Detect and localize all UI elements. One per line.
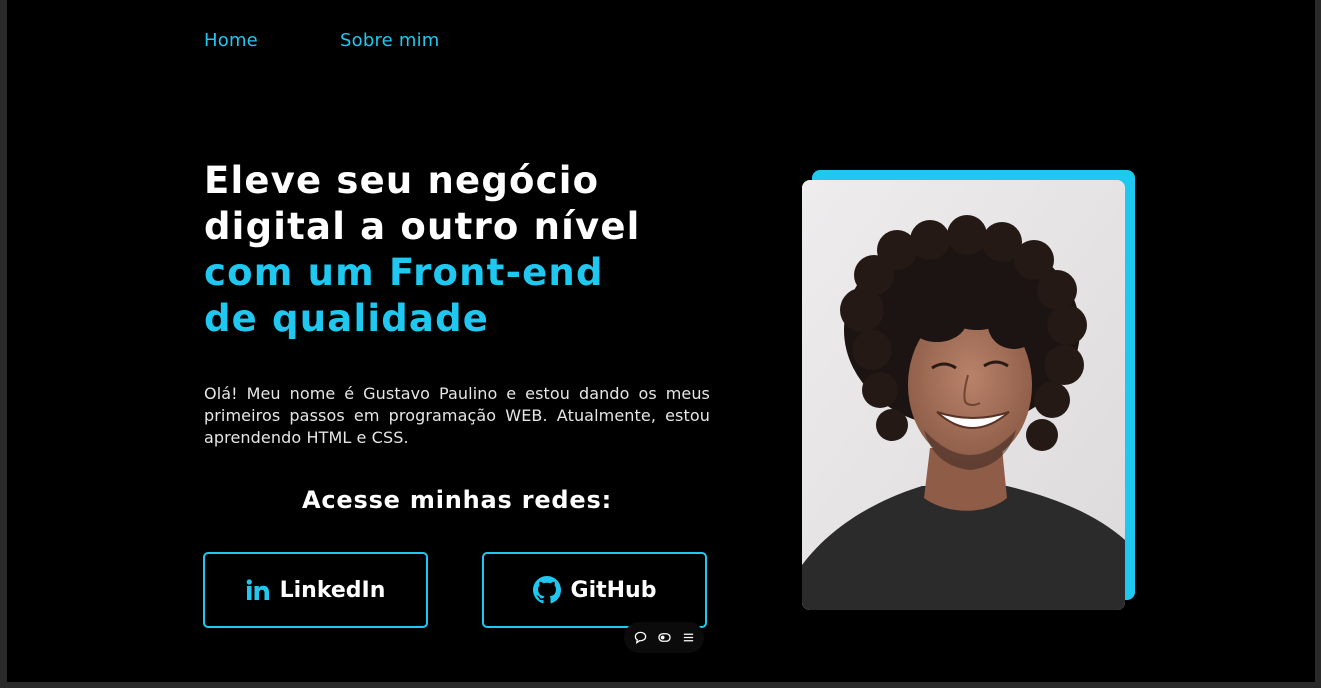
headline-line: Eleve seu negócio [204,159,600,202]
profile-photo [802,180,1125,610]
linkedin-label: LinkedIn [279,577,386,603]
github-label: GitHub [570,577,657,603]
nav-about-link[interactable]: Sobre mim [340,30,440,51]
intro-paragraph: Olá! Meu nome é Gustavo Paulino e estou … [204,384,710,447]
floating-toolbar [624,622,704,653]
headline-line: digital a outro nível [204,205,641,248]
github-button[interactable]: GitHub [482,552,707,628]
hero-headline: Eleve seu negócio digital a outro nível … [204,158,764,342]
linkedin-icon [246,579,270,601]
headline-accent-line: com um Front-end [204,251,604,294]
page-frame: Home Sobre mim Eleve seu negócio digital… [7,0,1315,682]
networks-title: Acesse minhas redes: [302,486,612,514]
comment-icon[interactable] [633,631,647,645]
menu-icon[interactable] [681,631,695,645]
headline-accent-line: de qualidade [204,297,490,340]
linkedin-button[interactable]: LinkedIn [203,552,428,628]
toggle-icon[interactable] [657,631,671,645]
nav-home-link[interactable]: Home [204,30,258,51]
github-icon [532,576,561,604]
